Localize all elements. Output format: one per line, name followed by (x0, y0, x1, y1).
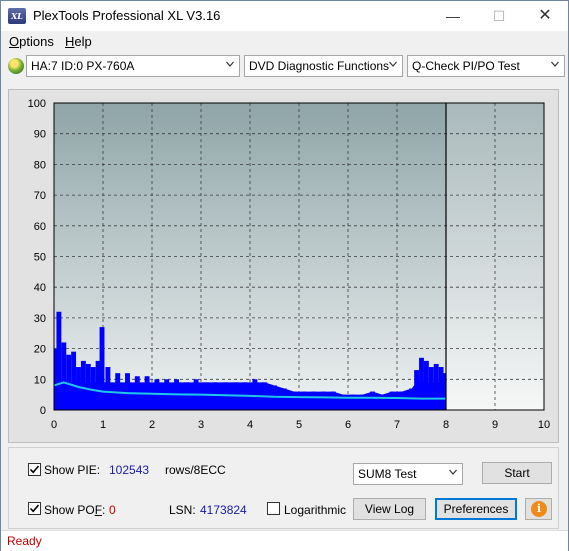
x-tick-label: 9 (492, 419, 498, 431)
y-tick-label: 40 (34, 282, 46, 294)
x-tick-label: 6 (345, 419, 351, 431)
start-button[interactable]: Start (482, 462, 552, 484)
lsn-label: LSN: (169, 503, 196, 517)
x-tick-label: 1 (100, 419, 106, 431)
options-panel: Show PIE: 102543 rows/8ECC Show POF: 0 L… (8, 447, 559, 529)
info-icon: i (531, 501, 547, 517)
y-tick-label: 0 (40, 405, 46, 417)
x-tick-label: 8 (443, 419, 449, 431)
pie-unit: rows/8ECC (165, 463, 226, 477)
preferences-button[interactable]: Preferences (435, 498, 517, 520)
view-log-label: View Log (364, 502, 415, 516)
lsn-value: 4173824 (200, 503, 247, 517)
x-tick-label: 10 (538, 419, 550, 431)
chevron-down-icon (551, 61, 559, 67)
menu-options[interactable]: Options (9, 34, 54, 49)
drive-select[interactable]: HA:7 ID:0 PX-760A (26, 55, 240, 77)
info-button[interactable]: i (525, 498, 552, 520)
test-select-value: Q-Check PI/PO Test (412, 59, 520, 73)
pof-value: 0 (109, 503, 116, 517)
menu-bar: Options Help (1, 31, 568, 51)
y-tick-label: 20 (34, 344, 46, 356)
y-tick-label: 60 (34, 221, 46, 233)
chevron-down-icon (226, 61, 234, 67)
close-button[interactable]: ✕ (522, 1, 568, 31)
y-tick-label: 80 (34, 159, 46, 171)
status-bar: Ready (1, 530, 568, 551)
function-select[interactable]: DVD Diagnostic Functions (244, 55, 403, 77)
minimize-button[interactable]: — (430, 1, 476, 31)
y-tick-label: 70 (34, 190, 46, 202)
function-select-value: DVD Diagnostic Functions (249, 59, 390, 73)
logarithmic-label: Logarithmic (284, 503, 347, 517)
x-tick-label: 3 (198, 419, 204, 431)
y-tick-label: 90 (34, 129, 46, 141)
y-tick-label: 100 (28, 98, 46, 110)
x-tick-label: 5 (296, 419, 302, 431)
sum-test-value: SUM8 Test (358, 467, 417, 481)
menu-help[interactable]: Help (65, 34, 92, 49)
pi-po-chart: 0 10 20 30 40 50 60 70 80 90 100 0 1 2 3 4 5 6 7 8 9 10 (28, 98, 550, 431)
pie-value: 102543 (109, 463, 150, 477)
maximize-button[interactable]: ☐ (476, 1, 522, 31)
view-log-button[interactable]: View Log (353, 498, 426, 520)
disc-drive-icon (8, 58, 24, 74)
checkmark-icon (29, 465, 40, 474)
app-window: XL PlexTools Professional XL V3.16 — ☐ ✕… (0, 0, 569, 551)
y-tick-label: 30 (34, 313, 46, 325)
preferences-label: Preferences (443, 502, 509, 516)
show-pof-label: Show POF: (44, 503, 106, 517)
app-logo-icon: XL (8, 8, 26, 24)
title-bar: XL PlexTools Professional XL V3.16 — ☐ ✕ (1, 1, 568, 31)
logarithmic-checkbox[interactable] (267, 502, 280, 515)
drive-select-value: HA:7 ID:0 PX-760A (31, 59, 135, 73)
chevron-down-icon (389, 61, 397, 67)
y-tick-label: 10 (34, 374, 46, 386)
show-pof-checkbox[interactable] (28, 502, 41, 515)
chart-panel: 0 10 20 30 40 50 60 70 80 90 100 0 1 2 3 4 5 6 7 8 9 10 (8, 89, 559, 443)
status-text: Ready (7, 534, 42, 548)
show-pie-label: Show PIE: (44, 463, 101, 477)
show-pie-checkbox[interactable] (28, 463, 41, 476)
x-tick-label: 7 (394, 419, 400, 431)
window-title: PlexTools Professional XL V3.16 (33, 8, 221, 23)
sum-test-select[interactable]: SUM8 Test (353, 463, 463, 485)
x-tick-label: 2 (149, 419, 155, 431)
chevron-down-icon (449, 469, 457, 475)
y-tick-label: 50 (34, 252, 46, 264)
x-tick-label: 4 (247, 419, 253, 431)
test-select[interactable]: Q-Check PI/PO Test (407, 55, 565, 77)
checkmark-icon (29, 504, 40, 513)
x-tick-label: 0 (51, 419, 57, 431)
